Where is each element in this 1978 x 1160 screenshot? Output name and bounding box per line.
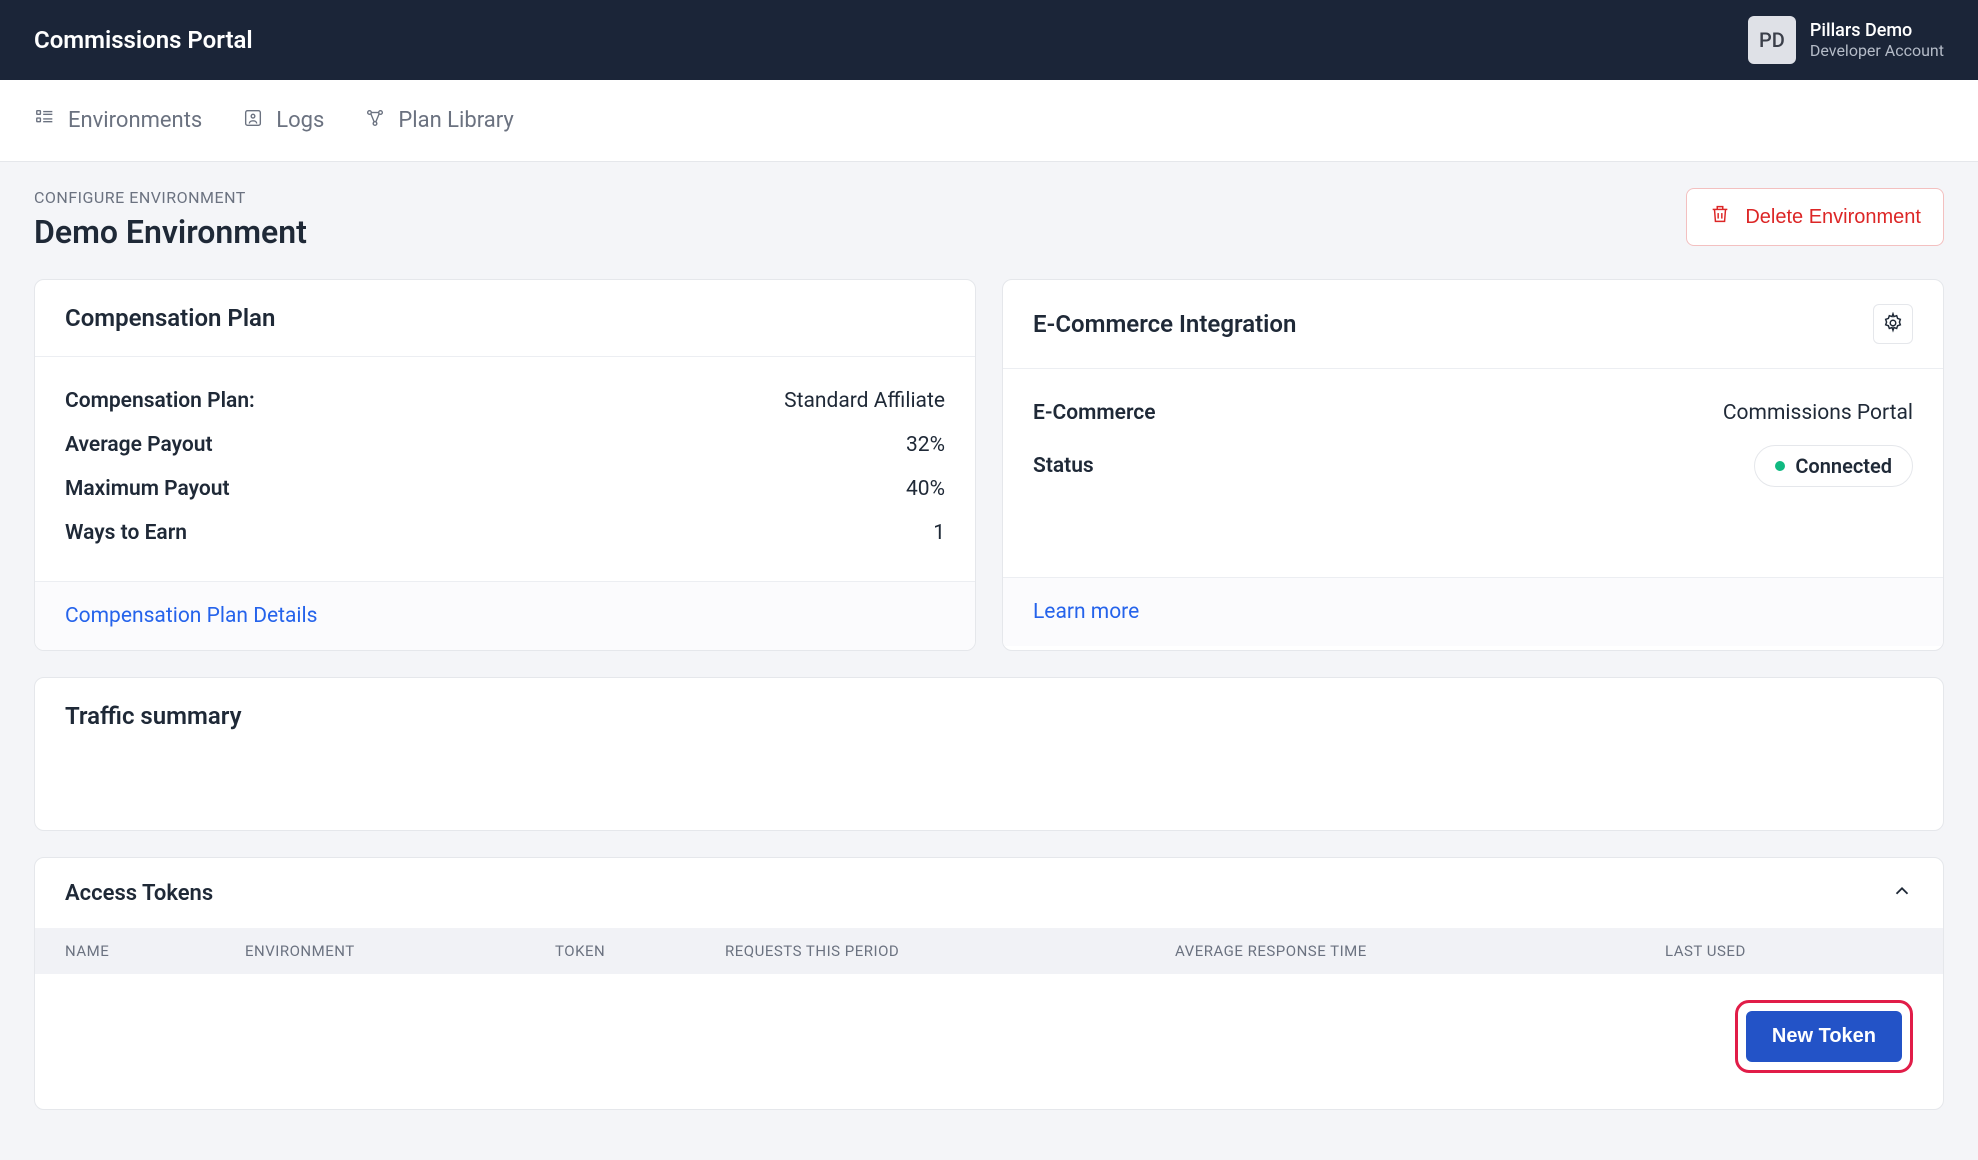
app-title: Commissions Portal bbox=[34, 26, 253, 54]
kv-val: Commissions Portal bbox=[1723, 401, 1913, 425]
delete-button-label: Delete Environment bbox=[1745, 206, 1921, 229]
nav-logs[interactable]: Logs bbox=[242, 107, 324, 135]
comp-details-link[interactable]: Compensation Plan Details bbox=[65, 604, 317, 628]
kv-row-status: Status Connected bbox=[1033, 435, 1913, 497]
collapse-toggle[interactable] bbox=[1891, 880, 1913, 906]
ecom-settings-button[interactable] bbox=[1873, 304, 1913, 344]
main-nav: Environments Logs Plan Library bbox=[0, 80, 1978, 162]
col-last-used: LAST USED bbox=[1665, 942, 1913, 960]
chevron-up-icon bbox=[1891, 887, 1913, 906]
user-name: Pillars Demo bbox=[1810, 20, 1944, 41]
kv-key: Compensation Plan: bbox=[65, 389, 255, 413]
kv-row-plan: Compensation Plan: Standard Affiliate bbox=[65, 379, 945, 423]
gear-icon bbox=[1882, 312, 1904, 337]
nav-label: Logs bbox=[276, 108, 324, 133]
kv-row-max: Maximum Payout 40% bbox=[65, 467, 945, 511]
main-content: CONFIGURE ENVIRONMENT Demo Environment D… bbox=[0, 162, 1978, 1150]
breadcrumb: CONFIGURE ENVIRONMENT bbox=[34, 188, 307, 207]
comp-card-title: Compensation Plan bbox=[65, 304, 275, 332]
user-subtitle: Developer Account bbox=[1810, 41, 1944, 60]
kv-key: Ways to Earn bbox=[65, 521, 187, 545]
logs-icon bbox=[242, 107, 264, 135]
kv-key: Maximum Payout bbox=[65, 477, 230, 501]
kv-row-ways: Ways to Earn 1 bbox=[65, 511, 945, 555]
kv-row-avg: Average Payout 32% bbox=[65, 423, 945, 467]
ecommerce-integration-card: E-Commerce Integration E-Commerce Commis… bbox=[1002, 279, 1944, 651]
kv-row-ecom: E-Commerce Commissions Portal bbox=[1033, 391, 1913, 435]
traffic-title: Traffic summary bbox=[65, 702, 1913, 730]
kv-key: E-Commerce bbox=[1033, 401, 1156, 425]
nav-environments[interactable]: Environments bbox=[34, 107, 202, 135]
nav-label: Plan Library bbox=[398, 108, 513, 133]
kv-val: Standard Affiliate bbox=[784, 389, 945, 413]
kv-val: 1 bbox=[933, 521, 945, 545]
col-name: NAME bbox=[65, 942, 245, 960]
grid-icon bbox=[34, 107, 56, 135]
kv-key: Status bbox=[1033, 454, 1094, 478]
tokens-table-header: NAME ENVIRONMENT TOKEN REQUESTS THIS PER… bbox=[35, 928, 1943, 974]
network-icon bbox=[364, 107, 386, 135]
compensation-plan-card: Compensation Plan Compensation Plan: Sta… bbox=[34, 279, 976, 651]
delete-environment-button[interactable]: Delete Environment bbox=[1686, 188, 1944, 246]
kv-key: Average Payout bbox=[65, 433, 213, 457]
kv-val: 40% bbox=[906, 477, 945, 501]
user-info: Pillars Demo Developer Account bbox=[1810, 20, 1944, 60]
highlight-annotation: New Token bbox=[1735, 1000, 1913, 1073]
col-requests: REQUESTS THIS PERIOD bbox=[725, 942, 1175, 960]
app-header: Commissions Portal PD Pillars Demo Devel… bbox=[0, 0, 1978, 80]
ecom-learn-more-link[interactable]: Learn more bbox=[1033, 600, 1139, 624]
traffic-summary-card: Traffic summary bbox=[34, 677, 1944, 831]
status-badge: Connected bbox=[1754, 445, 1913, 487]
trash-icon bbox=[1709, 203, 1731, 231]
ecom-card-title: E-Commerce Integration bbox=[1033, 310, 1296, 338]
page-header: CONFIGURE ENVIRONMENT Demo Environment D… bbox=[34, 188, 1944, 251]
kv-val: 32% bbox=[906, 433, 945, 457]
col-token: TOKEN bbox=[555, 942, 725, 960]
avatar: PD bbox=[1748, 16, 1796, 64]
status-text: Connected bbox=[1795, 454, 1892, 478]
tokens-title: Access Tokens bbox=[65, 881, 213, 906]
nav-plan-library[interactable]: Plan Library bbox=[364, 107, 513, 135]
col-avg-response: AVERAGE RESPONSE TIME bbox=[1175, 942, 1665, 960]
nav-label: Environments bbox=[68, 108, 202, 133]
new-token-button[interactable]: New Token bbox=[1746, 1011, 1902, 1062]
col-environment: ENVIRONMENT bbox=[245, 942, 555, 960]
user-menu[interactable]: PD Pillars Demo Developer Account bbox=[1748, 16, 1944, 64]
page-title: Demo Environment bbox=[34, 213, 307, 251]
access-tokens-card: Access Tokens NAME ENVIRONMENT TOKEN REQ… bbox=[34, 857, 1944, 1110]
status-dot-icon bbox=[1775, 461, 1785, 471]
